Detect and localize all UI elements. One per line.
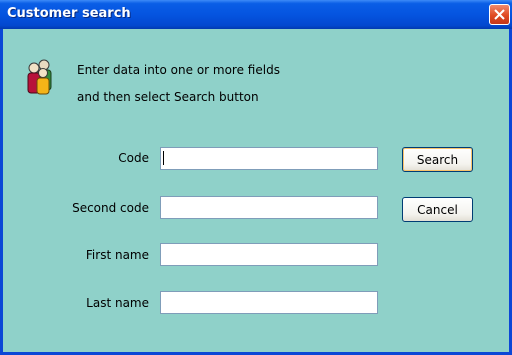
search-button[interactable]: Search [402,147,473,172]
cancel-button[interactable]: Cancel [402,197,473,222]
last-name-label: Last name [86,296,149,310]
second-code-label: Second code [72,201,149,215]
first-name-label: First name [85,248,149,262]
first-name-input[interactable] [160,243,378,266]
text-caret [163,151,164,165]
last-name-input[interactable] [160,291,378,314]
code-input[interactable] [160,147,378,170]
second-code-input[interactable] [160,196,378,219]
instruction-line-2: and then select Search button [77,90,259,104]
customer-search-dialog: Customer search Enter data into one or m… [0,0,512,355]
close-button[interactable] [489,4,510,25]
close-icon [494,9,505,20]
people-icon [27,59,52,95]
window-title: Customer search [7,6,131,21]
title-bar[interactable]: Customer search [0,0,512,29]
instruction-line-1: Enter data into one or more fields [77,63,280,77]
code-label: Code [118,151,149,165]
